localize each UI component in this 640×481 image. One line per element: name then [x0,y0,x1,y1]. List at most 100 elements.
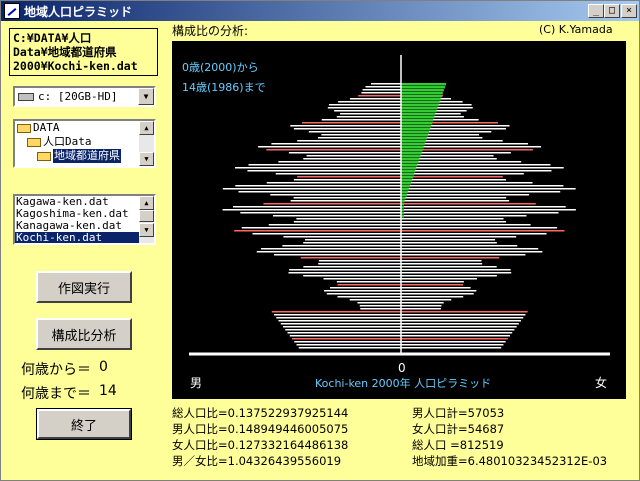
male-bar [296,344,401,346]
female-bar [401,185,564,187]
male-bar [282,245,401,247]
maximize-button[interactable]: □ [604,4,620,18]
female-bar [401,179,506,181]
file-scrollbar[interactable]: ▲ ▼ [139,196,154,243]
scroll-thumb[interactable] [139,210,154,222]
male-bar [337,296,401,298]
stat-male-female-ratio: 男／女比=1.04326439556019 [172,454,342,468]
male-bar [293,179,401,181]
male-bar [296,218,401,220]
selected-range-bar [401,83,446,86]
stat-population: 総人口 =812519 [412,438,504,452]
file-item[interactable]: Kochi-ken.dat [15,232,154,243]
male-bar [238,191,401,193]
draw-button[interactable]: 作図実行 [36,271,132,303]
female-bar [401,344,504,346]
ratio-analysis-button[interactable]: 構成比分析 [36,318,132,350]
female-bar [401,314,526,316]
selected-range-bar [401,191,408,194]
female-bar [401,188,576,190]
close-button[interactable]: × [621,4,637,18]
male-bar [302,122,401,124]
male-bar [271,143,401,145]
female-bar [401,200,510,202]
male-bar [371,83,401,85]
male-bar [349,299,401,301]
female-bar [401,206,566,208]
directory-item[interactable]: DATA [15,121,154,135]
male-bar [247,170,401,172]
selected-range-bar [401,98,441,101]
male-bar [289,335,401,337]
selected-range-bar [401,188,409,191]
male-bar [234,167,401,169]
selected-range-bar [401,149,423,152]
male-bar [272,215,401,217]
scroll-down-icon[interactable]: ▼ [139,152,154,166]
credit-label: (C) K.Yamada [539,23,613,36]
directory-item[interactable]: 人口Data [15,135,154,149]
female-label: 女 [595,375,607,390]
file-list[interactable]: Kagawa-ken.dat Kagoshima-ken.dat Kanagawa-… [13,194,156,245]
directory-list[interactable]: DATA 人口Data 地域都道府県 ▲ ▼ [13,119,156,168]
male-bar [365,86,401,88]
selected-range-bar [401,89,444,92]
female-bar [401,224,531,226]
female-bar [401,266,497,268]
female-bar [401,218,504,220]
chevron-down-icon[interactable]: ▼ [138,88,154,105]
male-bar [274,314,401,316]
male-bar [290,125,401,127]
male-bar [358,95,401,97]
male-bar [252,233,401,235]
male-bar [303,242,401,244]
male-bar [278,320,401,322]
male-bar [278,161,401,163]
female-bar [401,296,464,298]
exit-button[interactable]: 終了 [36,408,132,440]
minimize-button[interactable]: _ [588,4,604,18]
stat-male-ratio: 男人口比=0.148949446005075 [172,422,349,436]
selected-range-bar [401,86,445,89]
folder-icon [17,123,31,133]
directory-scrollbar[interactable]: ▲ ▼ [139,121,154,166]
selected-range-bar [401,119,434,122]
folder-icon [27,137,41,147]
female-bar [401,275,497,277]
male-bar [297,140,401,142]
male-bar [268,224,401,226]
male-bar [287,332,401,334]
male-bar [326,293,401,295]
scroll-up-icon[interactable]: ▲ [139,121,154,135]
female-bar [401,329,515,331]
male-bar [275,173,401,175]
male-bar [222,209,401,211]
female-bar [401,290,477,292]
female-bar [401,191,561,193]
selected-range-bar [401,158,420,161]
title-bar: 地域人口ピラミッド _ □ × [1,1,639,21]
female-bar [401,335,511,337]
male-bar [248,164,401,166]
male-bar [308,131,401,133]
female-bar [401,308,441,310]
male-bar [271,311,401,313]
male-bar [318,260,401,262]
stat-female-total: 女人口計=54687 [412,422,505,436]
male-bar [293,197,401,199]
female-bar [401,197,507,199]
male-bar [266,149,401,151]
selected-range-bar [401,185,410,188]
app-icon [4,3,20,19]
male-bar [305,239,401,241]
male-bar [274,254,401,256]
male-bar [290,200,401,202]
selected-range-bar [401,116,435,119]
selected-range-bar [401,194,407,197]
scroll-down-icon[interactable]: ▼ [139,223,154,237]
male-bar [306,155,401,157]
directory-item[interactable]: 地域都道府県 [15,149,154,163]
scroll-up-icon[interactable]: ▲ [139,196,154,210]
drive-selector[interactable]: c: [20GB-HD] ▼ [13,86,156,107]
main-window: 地域人口ピラミッド _ □ × C:¥DATA¥人口 Data¥地域都道府県 2… [0,0,640,481]
